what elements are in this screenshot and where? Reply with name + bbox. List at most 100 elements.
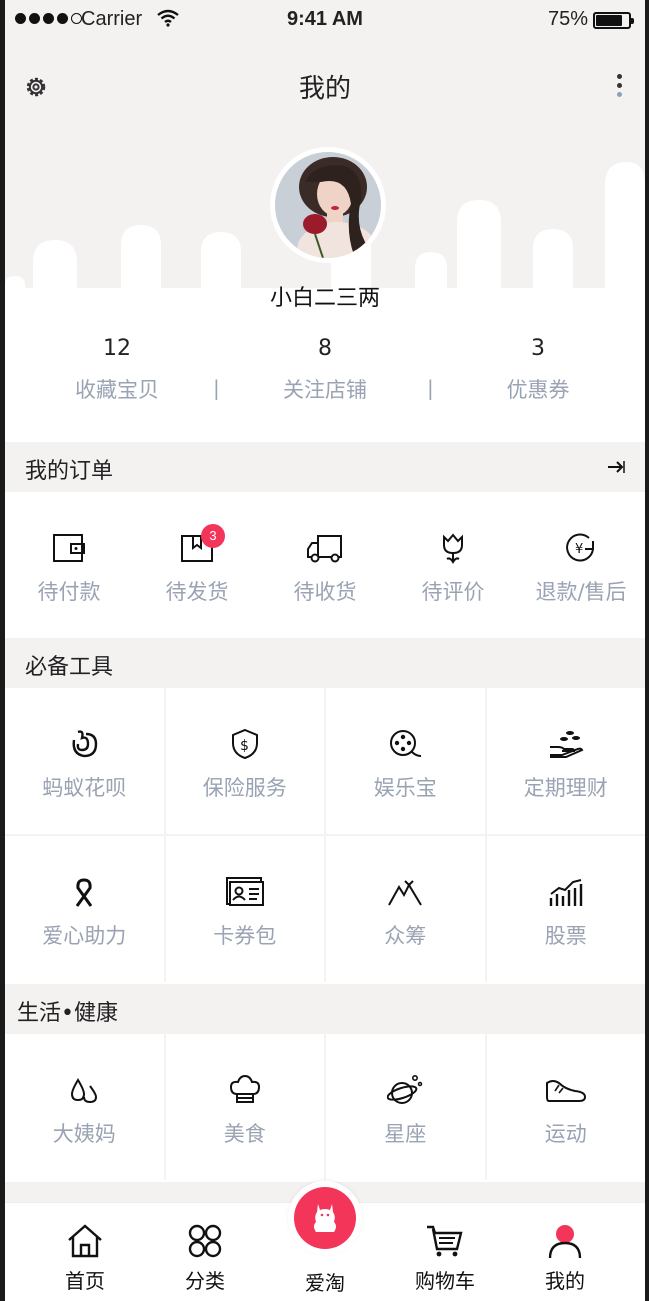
username: 小白二三两 xyxy=(269,286,380,311)
tool-insurance[interactable]: $ 保险服务 xyxy=(165,688,324,834)
tab-me[interactable]: 我的 xyxy=(505,1221,625,1294)
tool-label: 娱乐宝 xyxy=(373,776,437,800)
stat-divider: | xyxy=(213,376,220,400)
svg-text:$: $ xyxy=(240,738,249,754)
planet-icon xyxy=(387,1074,423,1104)
stock-chart-icon xyxy=(549,879,582,906)
order-pending-payment[interactable]: 待付款 xyxy=(5,530,133,606)
tab-label: 分类 xyxy=(185,1269,225,1293)
shoe-icon xyxy=(545,1080,586,1102)
stat-number: 12 xyxy=(103,336,131,361)
life-food[interactable]: 美食 xyxy=(165,1034,324,1180)
tool-crowdfunding[interactable]: 众筹 xyxy=(326,836,485,982)
tab-categories[interactable]: 分类 xyxy=(145,1221,265,1294)
tool-label: 股票 xyxy=(544,924,587,948)
film-reel-icon xyxy=(390,730,422,757)
life-period[interactable]: 大姨妈 xyxy=(5,1034,164,1180)
tool-label: 保险服务 xyxy=(202,776,287,800)
life-label: 星座 xyxy=(384,1122,427,1146)
arrow-right-icon[interactable] xyxy=(606,457,626,477)
drops-icon xyxy=(71,1078,98,1104)
stat-label: 关注店铺 xyxy=(283,378,367,402)
stat-number: 3 xyxy=(531,336,545,361)
section-title: 我的订单 xyxy=(25,459,114,484)
stat-number: 8 xyxy=(318,336,332,361)
wallet-icon xyxy=(53,534,85,562)
tool-label: 蚂蚁花呗 xyxy=(42,776,127,800)
orders-row: 待付款 3 待发货 待收货 待评价 ¥ 退款/售后 xyxy=(5,492,645,638)
order-label: 待付款 xyxy=(37,580,101,604)
cart-icon xyxy=(427,1225,463,1257)
tools-grid: 蚂蚁花呗 $ 保险服务 娱乐宝 定期理财 爱心助力 卡券包 众筹 股票 xyxy=(5,688,645,982)
tool-label: 爱心助力 xyxy=(42,924,127,948)
tab-label: 我的 xyxy=(545,1269,585,1293)
tab-home[interactable]: 首页 xyxy=(25,1221,145,1294)
card-icon xyxy=(225,877,264,906)
grid-icon xyxy=(188,1224,222,1258)
stat-coupons[interactable]: 3 优惠券 xyxy=(438,336,638,404)
shield-dollar-icon: $ xyxy=(231,728,258,760)
battery-percent: 75% xyxy=(548,8,589,30)
tool-label: 定期理财 xyxy=(523,776,608,800)
order-badge: 3 xyxy=(201,524,225,548)
avatar-image xyxy=(275,152,381,258)
bottom-tab-bar: 首页 分类 爱淘 购物车 我的 xyxy=(5,1181,645,1301)
battery-icon xyxy=(593,12,634,29)
mountain-icon xyxy=(388,880,423,906)
avatar[interactable] xyxy=(270,147,386,263)
user-icon xyxy=(548,1225,582,1259)
profile-header: 我的 小白二三两 12 收藏宝贝 | 8 关注店铺 | 3 优惠券 xyxy=(5,40,645,440)
more-vertical-icon[interactable] xyxy=(617,74,623,101)
status-bar: Carrier 9:41 AM 75% xyxy=(5,0,645,40)
tab-label: 爱淘 xyxy=(305,1271,345,1295)
gear-icon[interactable] xyxy=(23,74,49,100)
section-title: 生活•健康 xyxy=(17,1001,118,1026)
order-pending-review[interactable]: 待评价 xyxy=(389,530,517,606)
order-pending-shipment[interactable]: 3 待发货 xyxy=(133,524,261,606)
section-title: 必备工具 xyxy=(25,655,114,680)
life-section-header: 生活•健康 xyxy=(5,984,645,1034)
order-label: 待评价 xyxy=(421,580,485,604)
stat-label: 收藏宝贝 xyxy=(75,378,159,402)
home-icon xyxy=(68,1224,102,1258)
tool-huabei[interactable]: 蚂蚁花呗 xyxy=(5,688,164,834)
svg-text:¥: ¥ xyxy=(575,542,583,557)
stat-favorites[interactable]: 12 收藏宝贝 xyxy=(17,336,217,404)
tab-aitao[interactable] xyxy=(288,1181,362,1255)
ribbon-icon xyxy=(76,878,93,907)
tool-entertainment[interactable]: 娱乐宝 xyxy=(326,688,485,834)
order-label: 待发货 xyxy=(165,580,229,604)
stat-divider: | xyxy=(427,376,434,400)
page-title: 我的 xyxy=(298,74,351,104)
chef-hat-icon xyxy=(229,1074,260,1103)
order-label: 待收货 xyxy=(293,580,357,604)
cat-icon xyxy=(314,1204,336,1232)
order-refund[interactable]: ¥ 退款/售后 xyxy=(517,530,645,606)
life-horoscope[interactable]: 星座 xyxy=(326,1034,485,1180)
life-label: 大姨妈 xyxy=(52,1122,116,1146)
tab-label: 购物车 xyxy=(415,1269,475,1293)
tool-charity[interactable]: 爱心助力 xyxy=(5,836,164,982)
tool-label: 卡券包 xyxy=(213,924,277,948)
stat-followed-shops[interactable]: 8 关注店铺 xyxy=(225,336,425,404)
order-label: 退款/售后 xyxy=(535,580,627,604)
refund-icon: ¥ xyxy=(566,533,594,562)
tool-fixed-finance[interactable]: 定期理财 xyxy=(486,688,645,834)
phone-screen: Carrier 9:41 AM 75% 我的 小白二三两 12 收藏宝贝 | 8… xyxy=(5,0,645,1301)
life-sports[interactable]: 运动 xyxy=(486,1034,645,1180)
orders-section-header[interactable]: 我的订单 xyxy=(5,442,645,492)
tab-cart[interactable]: 购物车 xyxy=(385,1221,505,1294)
truck-icon xyxy=(307,535,342,563)
life-grid: 大姨妈 美食 星座 运动 xyxy=(5,1034,645,1180)
life-label: 美食 xyxy=(223,1122,266,1146)
life-label: 运动 xyxy=(544,1122,587,1146)
huabei-icon xyxy=(72,730,98,758)
stat-label: 优惠券 xyxy=(506,378,570,402)
tool-card-wallet[interactable]: 卡券包 xyxy=(165,836,324,982)
coins-hand-icon xyxy=(549,731,584,758)
tool-stocks[interactable]: 股票 xyxy=(486,836,645,982)
tool-label: 众筹 xyxy=(384,924,427,948)
tab-label: 首页 xyxy=(65,1269,105,1293)
order-pending-receipt[interactable]: 待收货 xyxy=(261,530,389,606)
tools-section-header: 必备工具 xyxy=(5,638,645,688)
